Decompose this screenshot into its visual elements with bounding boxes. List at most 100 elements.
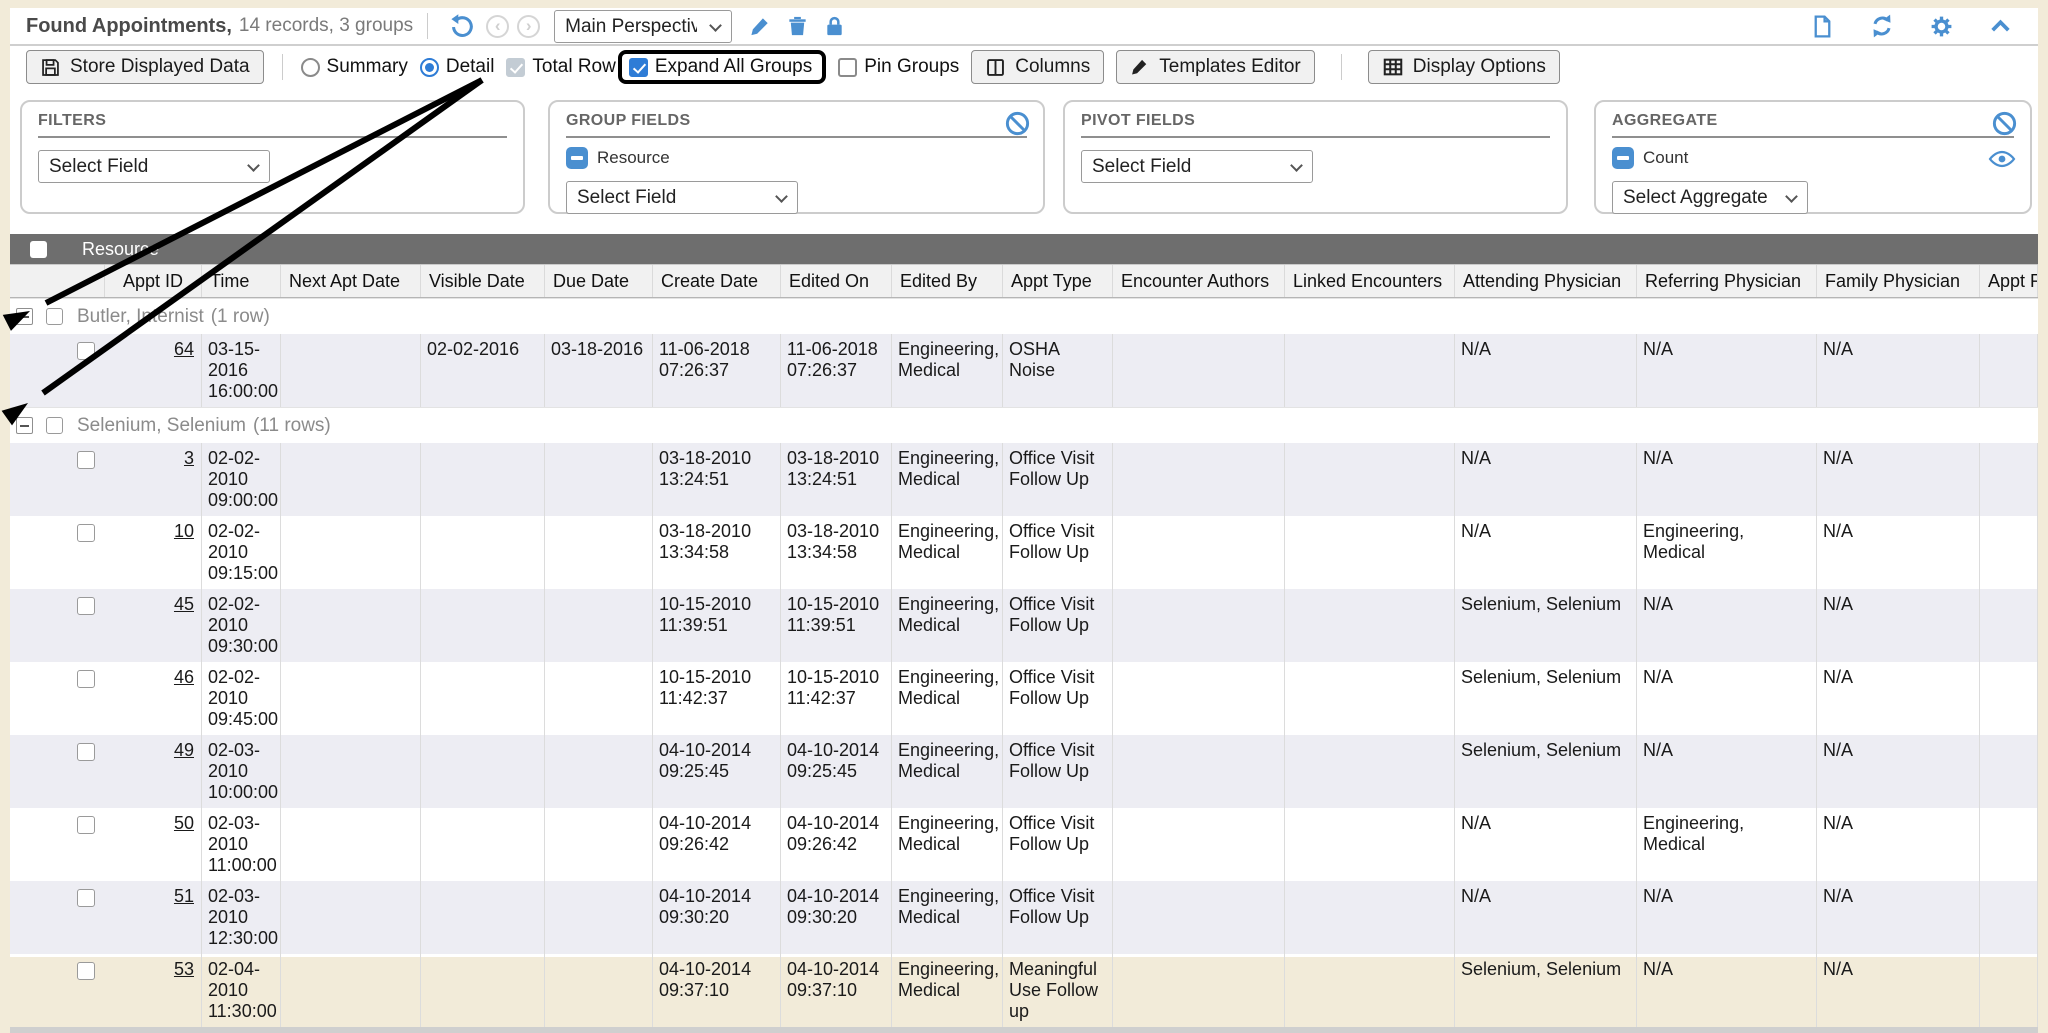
perspective-select[interactable]: Main Perspective <box>554 10 732 43</box>
filters-field-select[interactable]: Select Field <box>38 150 270 183</box>
horizontal-scrollbar[interactable] <box>10 1027 2038 1033</box>
group-field-select[interactable]: Select Field <box>566 181 798 214</box>
table-cell: 02-02-2010 09:15:00 <box>202 516 281 589</box>
column-header[interactable]: Appt ID <box>105 265 202 297</box>
summary-radio[interactable] <box>301 58 320 77</box>
appt-id-link[interactable]: 64 <box>174 339 194 359</box>
table-cell: 02-03-2010 12:30:00 <box>202 881 281 954</box>
table-cell <box>421 954 545 1027</box>
settings-gear-icon[interactable] <box>1929 14 1954 39</box>
pin-groups-checkbox-group[interactable]: Pin Groups <box>838 56 959 78</box>
group-select-checkbox[interactable] <box>46 308 63 325</box>
table-cell: 02-02-2010 09:45:00 <box>202 662 281 735</box>
aggregate-chip-count[interactable]: Count <box>1612 147 2014 169</box>
column-header[interactable]: Referring Physician <box>1637 265 1817 297</box>
row-checkbox[interactable] <box>77 597 95 615</box>
table-row: 4902-03-2010 10:00:0004-10-2014 09:25:45… <box>10 735 2038 808</box>
clear-aggregate-icon[interactable] <box>1991 110 2018 137</box>
column-header[interactable]: Next Apt Date <box>281 265 421 297</box>
row-checkbox[interactable] <box>77 889 95 907</box>
select-all-checkbox[interactable] <box>30 241 47 258</box>
query-panels: FILTERS Select Field GROUP FIELDS Resour… <box>10 88 2038 226</box>
row-checkbox[interactable] <box>77 342 95 360</box>
pin-groups-label: Pin Groups <box>864 56 959 78</box>
expand-all-groups-checkbox[interactable] <box>629 58 648 77</box>
column-header[interactable]: Edited On <box>781 265 892 297</box>
remove-aggregate-icon[interactable] <box>1612 147 1634 169</box>
refresh-icon[interactable] <box>1869 13 1895 39</box>
table-cell <box>421 735 545 808</box>
group-field-chip-resource[interactable]: Resource <box>566 147 1027 169</box>
row-checkbox[interactable] <box>77 816 95 834</box>
table-cell <box>1113 954 1285 1027</box>
column-header[interactable]: Time <box>202 265 281 297</box>
remove-group-field-icon[interactable] <box>566 147 588 169</box>
columns-button[interactable]: Columns <box>971 50 1104 84</box>
column-header[interactable]: Appt Re <box>1980 265 2038 297</box>
display-options-button[interactable]: Display Options <box>1368 50 1560 84</box>
table-cell: 02-02-2010 09:00:00 <box>202 443 281 516</box>
row-checkbox[interactable] <box>77 962 95 980</box>
column-header[interactable]: Attending Physician <box>1455 265 1637 297</box>
appt-id-link[interactable]: 49 <box>174 740 194 760</box>
column-header[interactable]: Create Date <box>653 265 781 297</box>
summary-radio-group[interactable]: Summary <box>301 56 408 78</box>
collapse-panel-icon[interactable] <box>1988 14 2013 39</box>
topbar-right-actions <box>1803 13 2020 39</box>
appt-id-link[interactable]: 46 <box>174 667 194 687</box>
row-checkbox[interactable] <box>77 451 95 469</box>
appt-id-link[interactable]: 50 <box>174 813 194 833</box>
table-cell: 10-15-2010 11:42:37 <box>653 662 781 735</box>
detail-radio-group[interactable]: Detail <box>420 56 495 78</box>
undo-icon[interactable] <box>449 13 475 39</box>
display-options-label: Display Options <box>1413 56 1546 78</box>
pivot-fields-panel-title: PIVOT FIELDS <box>1081 112 1550 138</box>
appt-id-link[interactable]: 45 <box>174 594 194 614</box>
row-checkbox[interactable] <box>77 524 95 542</box>
templates-editor-button[interactable]: Templates Editor <box>1116 50 1315 84</box>
edit-perspective-icon[interactable] <box>749 15 772 38</box>
appt-id-link[interactable]: 53 <box>174 959 194 979</box>
group-select-checkbox[interactable] <box>46 417 63 434</box>
column-header[interactable]: Appt Type <box>1003 265 1113 297</box>
clear-group-fields-icon[interactable] <box>1004 110 1031 137</box>
row-checkbox[interactable] <box>77 670 95 688</box>
detail-radio[interactable] <box>420 58 439 77</box>
aggregate-select[interactable]: Select Aggregate <box>1612 181 1808 214</box>
table-cell: 04-10-2014 09:30:20 <box>781 881 892 954</box>
group-expand-toggle[interactable] <box>16 417 33 434</box>
appt-id-link[interactable]: 3 <box>184 448 194 468</box>
appt-id-link[interactable]: 10 <box>174 521 194 541</box>
total-row-checkbox-group[interactable]: Total Row <box>506 56 615 78</box>
pin-groups-checkbox[interactable] <box>838 58 857 77</box>
appt-id-link[interactable]: 51 <box>174 886 194 906</box>
new-document-icon[interactable] <box>1810 14 1835 39</box>
row-checkbox[interactable] <box>77 743 95 761</box>
column-header[interactable]: Linked Encounters <box>1285 265 1455 297</box>
total-row-checkbox[interactable] <box>506 58 525 77</box>
group-expand-toggle[interactable] <box>16 308 33 325</box>
store-displayed-data-button[interactable]: Store Displayed Data <box>26 50 264 84</box>
table-cell: Office Visit Follow Up <box>1003 735 1113 808</box>
table-cell: OSHA Noise <box>1003 334 1113 407</box>
table-cell: N/A <box>1817 334 1980 407</box>
nav-prev-icon[interactable]: ‹ <box>486 15 509 38</box>
group-row: Selenium, Selenium(11 rows) <box>10 407 2038 443</box>
table-cell: Selenium, Selenium <box>1455 589 1637 662</box>
column-header[interactable]: Family Physician <box>1817 265 1980 297</box>
table-cell: Office Visit Follow Up <box>1003 443 1113 516</box>
lock-icon[interactable] <box>823 15 846 38</box>
column-header[interactable]: Edited By <box>892 265 1003 297</box>
aggregate-panel-title: AGGREGATE <box>1612 112 2014 138</box>
table-cell <box>1285 662 1455 735</box>
delete-perspective-icon[interactable] <box>786 15 809 38</box>
column-header[interactable]: Encounter Authors <box>1113 265 1285 297</box>
table-cell <box>545 662 653 735</box>
column-header[interactable]: Due Date <box>545 265 653 297</box>
appt-id-cell: 45 <box>105 589 202 662</box>
nav-next-icon[interactable]: › <box>517 15 540 38</box>
pivot-field-select[interactable]: Select Field <box>1081 150 1313 183</box>
group-fields-panel: GROUP FIELDS Resource Select Field <box>548 100 1045 214</box>
column-header[interactable]: Visible Date <box>421 265 545 297</box>
aggregate-visible-eye-icon[interactable] <box>1988 148 2016 170</box>
